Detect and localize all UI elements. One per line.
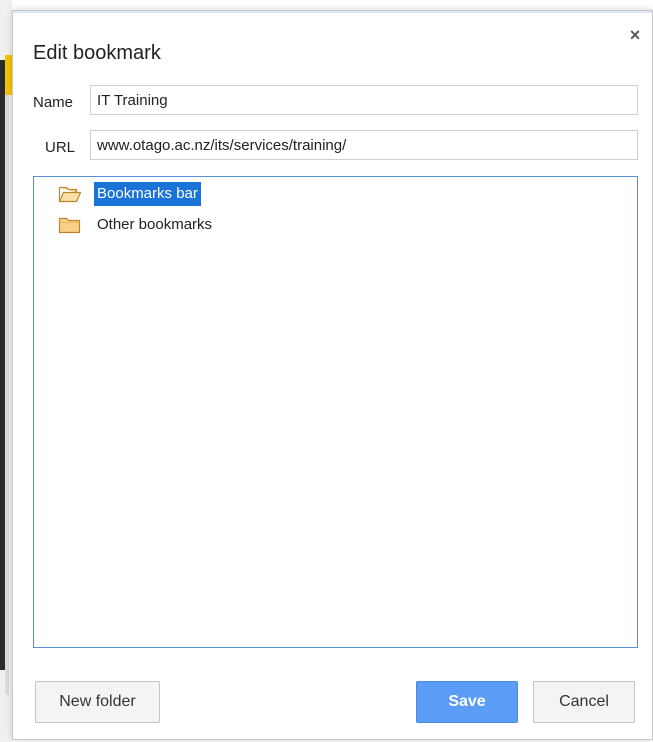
edit-bookmark-dialog: Edit bookmark × Name URL Bookmarks bar O… xyxy=(12,10,653,740)
close-icon[interactable]: × xyxy=(625,25,645,45)
folder-tree[interactable]: Bookmarks bar Other bookmarks xyxy=(33,176,638,648)
dialog-title: Edit bookmark xyxy=(33,42,161,64)
folder-icon xyxy=(58,217,81,234)
cancel-button[interactable]: Cancel xyxy=(533,681,635,723)
url-input[interactable] xyxy=(90,130,638,160)
name-input[interactable] xyxy=(90,85,638,115)
tree-item-bookmarks-bar[interactable]: Bookmarks bar xyxy=(58,181,201,207)
name-label: Name xyxy=(33,94,74,111)
url-label: URL xyxy=(45,139,76,156)
tree-item-other-bookmarks[interactable]: Other bookmarks xyxy=(58,212,215,238)
new-folder-button[interactable]: New folder xyxy=(35,681,160,723)
folder-open-icon xyxy=(58,186,82,203)
tree-item-label: Bookmarks bar xyxy=(94,182,201,206)
background-window-edge xyxy=(0,0,12,742)
tree-item-label: Other bookmarks xyxy=(97,216,213,233)
page: Edit bookmark × Name URL Bookmarks bar O… xyxy=(0,0,653,742)
save-button[interactable]: Save xyxy=(416,681,518,723)
